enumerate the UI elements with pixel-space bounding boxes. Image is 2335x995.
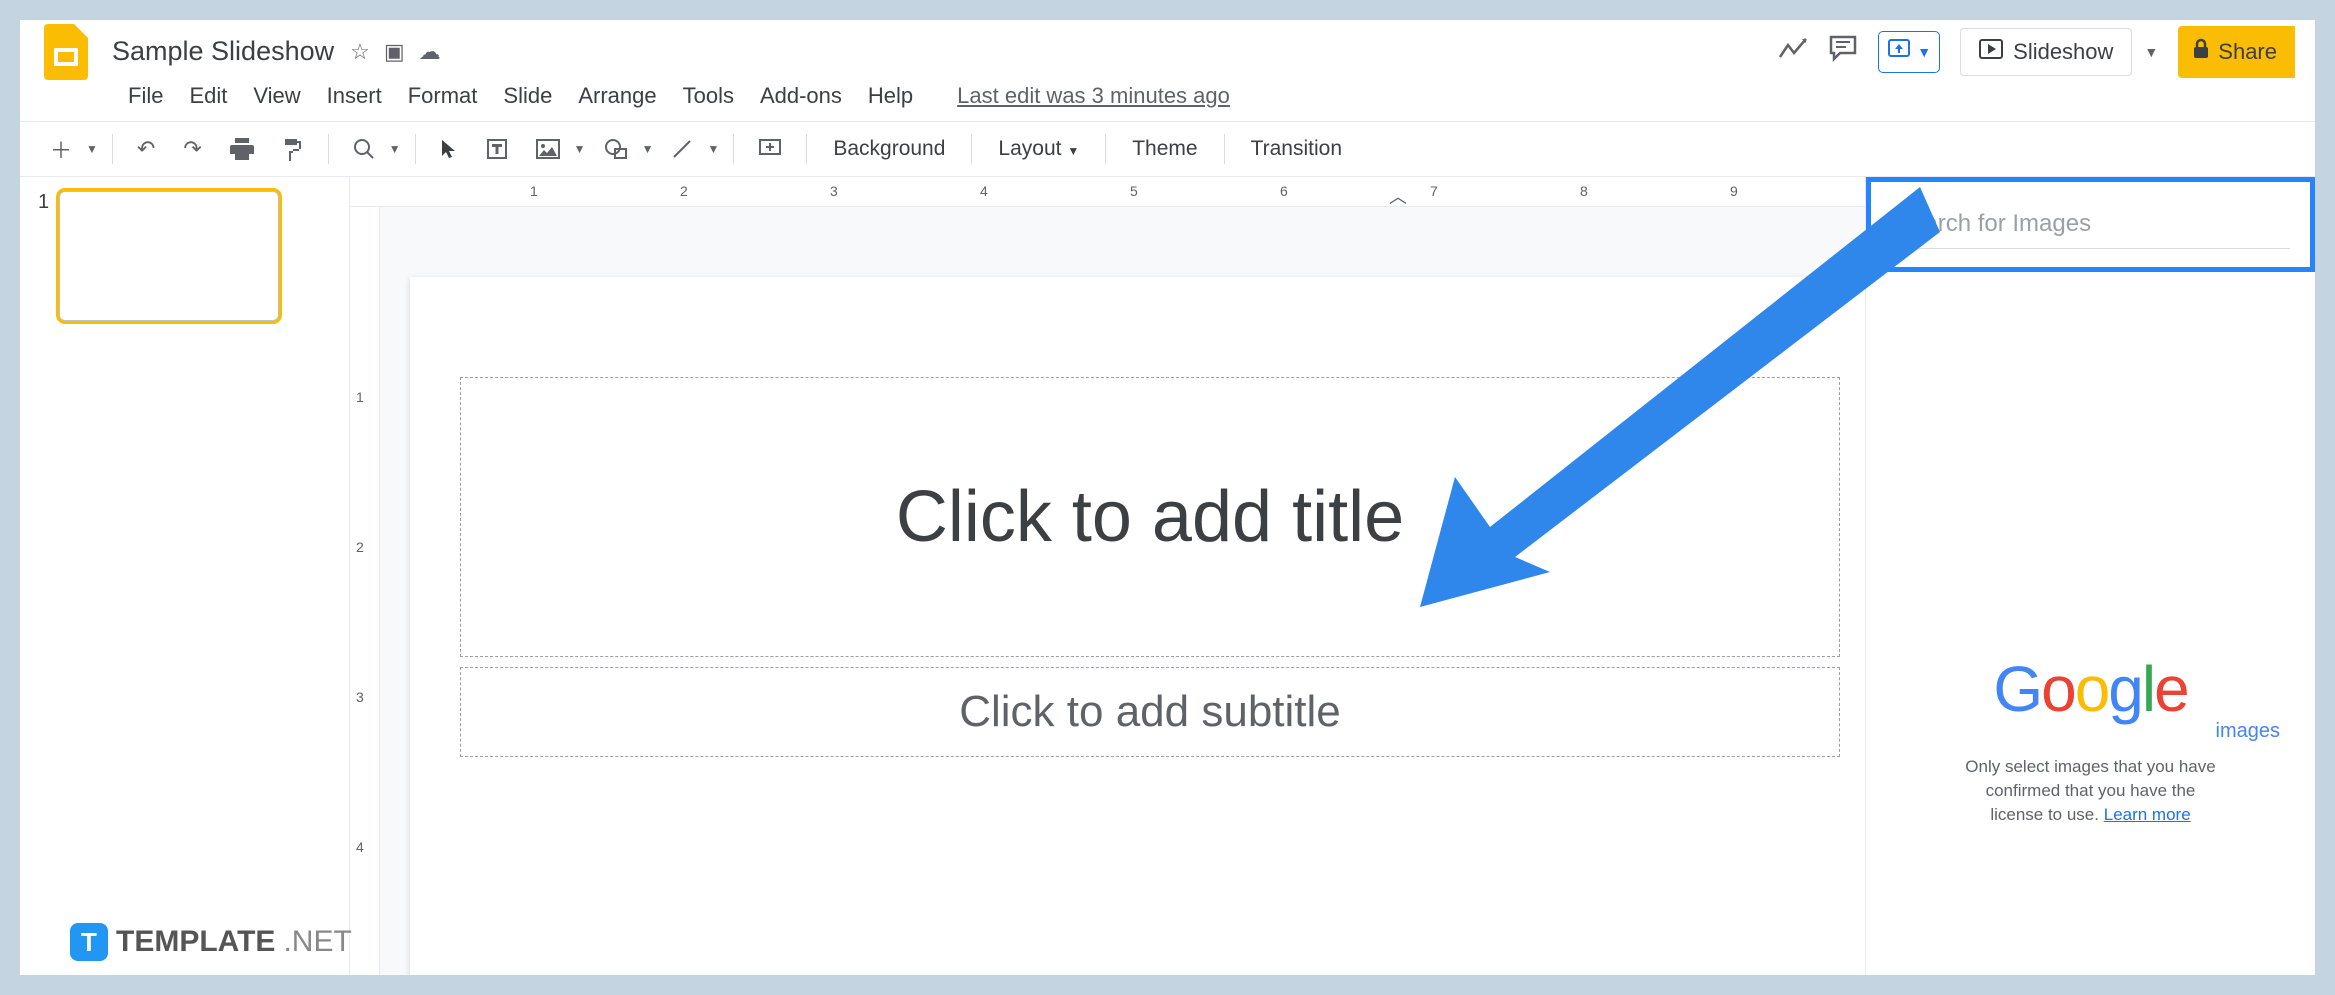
slideshow-dropdown[interactable]: ▼ bbox=[2144, 44, 2158, 60]
search-box-highlight bbox=[1866, 177, 2315, 272]
shape-tool[interactable] bbox=[594, 132, 638, 166]
zoom-dropdown[interactable]: ▼ bbox=[389, 142, 401, 156]
search-images-input[interactable] bbox=[1891, 200, 2290, 249]
share-button[interactable]: Share bbox=[2178, 26, 2295, 78]
move-folder-icon[interactable]: ▣ bbox=[384, 39, 405, 65]
title-placeholder[interactable]: Click to add title bbox=[460, 377, 1840, 657]
menu-view[interactable]: View bbox=[253, 83, 300, 109]
slideshow-label: Slideshow bbox=[2013, 39, 2113, 65]
comment-add-button[interactable] bbox=[748, 132, 792, 166]
separator bbox=[112, 134, 113, 164]
menu-edit[interactable]: Edit bbox=[189, 83, 227, 109]
document-title[interactable]: Sample Slideshow bbox=[106, 34, 340, 69]
toolbar: ＋ ▼ ↶ ↷ ▼ ▼ ▼ ▼ bbox=[20, 121, 2315, 177]
image-dropdown[interactable]: ▼ bbox=[574, 142, 586, 156]
cloud-status-icon: ☁ bbox=[419, 39, 441, 65]
layout-button[interactable]: Layout ▼ bbox=[986, 131, 1091, 167]
separator bbox=[806, 134, 807, 164]
menu-format[interactable]: Format bbox=[408, 83, 478, 109]
separator bbox=[1224, 134, 1225, 164]
horizontal-ruler: 1 2 3 4 5 6 7 8 9 bbox=[350, 177, 1865, 207]
textbox-tool[interactable] bbox=[476, 132, 518, 166]
separator bbox=[733, 134, 734, 164]
present-to-meeting-button[interactable]: ▼ bbox=[1878, 31, 1940, 73]
subtitle-placeholder-text: Click to add subtitle bbox=[959, 687, 1341, 737]
separator bbox=[1105, 134, 1106, 164]
slideshow-button[interactable]: Slideshow bbox=[1960, 28, 2132, 76]
menu-addons[interactable]: Add-ons bbox=[760, 83, 842, 109]
transition-button[interactable]: Transition bbox=[1239, 131, 1354, 167]
shape-dropdown[interactable]: ▼ bbox=[642, 142, 654, 156]
last-edit-link[interactable]: Last edit was 3 minutes ago bbox=[957, 83, 1230, 109]
menu-file[interactable]: File bbox=[128, 83, 163, 109]
star-icon[interactable]: ☆ bbox=[350, 39, 370, 65]
learn-more-link[interactable]: Learn more bbox=[2104, 805, 2191, 824]
template-net-watermark: T TEMPLATE.NET bbox=[70, 923, 352, 961]
menu-insert[interactable]: Insert bbox=[327, 83, 382, 109]
new-slide-dropdown[interactable]: ▼ bbox=[86, 142, 98, 156]
play-rect-icon bbox=[1979, 39, 2003, 65]
slide-thumbnail-1[interactable] bbox=[59, 191, 279, 321]
present-up-icon bbox=[1887, 38, 1911, 66]
separator bbox=[971, 134, 972, 164]
google-images-logo: Google images bbox=[1866, 652, 2315, 743]
license-disclaimer: Only select images that you have confirm… bbox=[1866, 743, 2315, 838]
share-label: Share bbox=[2218, 39, 2277, 65]
slides-logo-icon bbox=[40, 26, 92, 78]
menu-help[interactable]: Help bbox=[868, 83, 913, 109]
menu-slide[interactable]: Slide bbox=[503, 83, 552, 109]
title-placeholder-text: Click to add title bbox=[896, 476, 1404, 558]
theme-button[interactable]: Theme bbox=[1120, 131, 1209, 167]
slide-thumb-number: 1 bbox=[38, 191, 49, 321]
comment-icon[interactable] bbox=[1828, 34, 1858, 69]
lock-icon bbox=[2192, 38, 2210, 66]
subtitle-placeholder[interactable]: Click to add subtitle bbox=[460, 667, 1840, 757]
background-button[interactable]: Background bbox=[821, 131, 957, 167]
menu-tools[interactable]: Tools bbox=[683, 83, 734, 109]
paint-format-button[interactable] bbox=[272, 131, 314, 167]
line-tool[interactable] bbox=[661, 132, 703, 166]
new-slide-button[interactable]: ＋ bbox=[40, 127, 82, 171]
filmstrip: 1 bbox=[20, 177, 350, 975]
image-tool[interactable] bbox=[526, 133, 570, 165]
undo-button[interactable]: ↶ bbox=[127, 130, 165, 168]
chevron-down-icon: ▼ bbox=[1917, 44, 1931, 60]
image-search-panel: Google images Only select images that yo… bbox=[1865, 177, 2315, 975]
select-tool[interactable] bbox=[430, 132, 468, 166]
redo-button[interactable]: ↷ bbox=[173, 130, 211, 168]
separator bbox=[415, 134, 416, 164]
print-button[interactable] bbox=[220, 132, 264, 166]
watermark-badge-icon: T bbox=[70, 923, 108, 961]
activity-icon[interactable] bbox=[1778, 36, 1808, 68]
separator bbox=[328, 134, 329, 164]
collapse-chevron-icon[interactable]: ︿ bbox=[1389, 183, 1407, 209]
zoom-button[interactable] bbox=[343, 132, 385, 166]
line-dropdown[interactable]: ▼ bbox=[707, 142, 719, 156]
slide-canvas[interactable]: Click to add title Click to add subtitle bbox=[410, 277, 1890, 975]
menu-arrange[interactable]: Arrange bbox=[578, 83, 656, 109]
